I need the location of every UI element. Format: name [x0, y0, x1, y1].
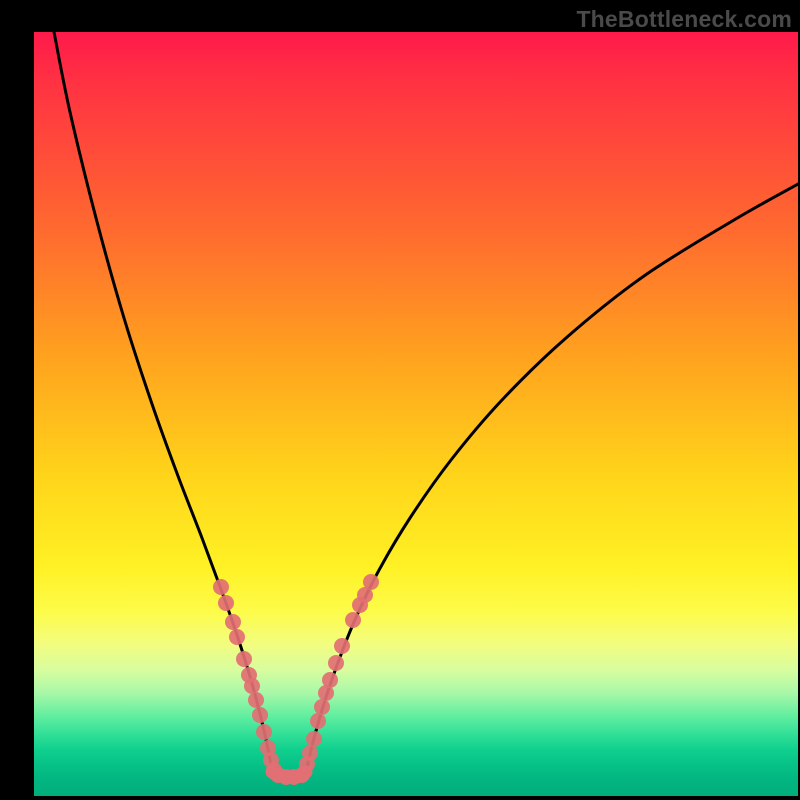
curve-right-arm: [306, 184, 798, 772]
dot-floor: [294, 767, 310, 783]
dot-right: [302, 745, 318, 761]
dot-left: [252, 707, 268, 723]
dot-right: [345, 612, 361, 628]
dot-left: [213, 579, 229, 595]
dot-left: [225, 614, 241, 630]
chart-stage: TheBottleneck.com: [0, 0, 800, 800]
dot-right: [334, 638, 350, 654]
dot-left: [248, 692, 264, 708]
dot-right: [310, 713, 326, 729]
dot-left: [256, 724, 272, 740]
dot-right: [363, 574, 379, 590]
dot-left: [229, 629, 245, 645]
dot-right: [328, 655, 344, 671]
dot-left: [236, 651, 252, 667]
dot-left: [244, 678, 260, 694]
curve-layer: [0, 0, 800, 800]
dot-right: [306, 731, 322, 747]
dot-right: [322, 672, 338, 688]
dot-left: [218, 595, 234, 611]
dot-right: [314, 699, 330, 715]
